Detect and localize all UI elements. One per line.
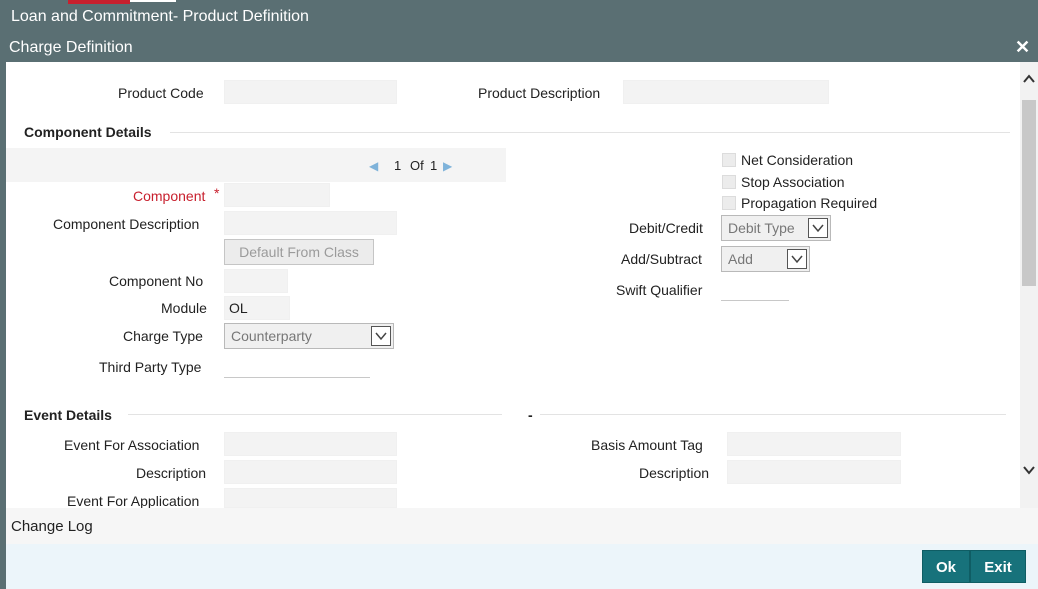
product-code-field[interactable]: [224, 80, 397, 104]
description-field[interactable]: [727, 460, 901, 484]
section-divider: [170, 132, 1010, 133]
pager-current: 1: [394, 158, 402, 173]
description-label: Description: [136, 465, 207, 481]
propagation-required-label: Propagation Required: [741, 195, 878, 211]
required-marker: *: [214, 185, 220, 201]
triangle-left-icon[interactable]: ◀: [369, 159, 378, 173]
chevron-down-icon[interactable]: [808, 218, 828, 238]
event-for-association-label: Event For Association: [64, 437, 200, 453]
component-description-field[interactable]: [224, 211, 397, 235]
add-subtract-value: Add: [728, 251, 753, 267]
chevron-down-icon[interactable]: [787, 249, 807, 269]
event-details-right-heading: -: [528, 407, 533, 423]
triangle-right-icon[interactable]: ▶: [443, 159, 452, 173]
component-no-label: Component No: [109, 273, 204, 289]
scrollbar-thumb[interactable]: [1022, 100, 1036, 286]
active-tab-indicator: [68, 0, 130, 4]
section-divider: [128, 414, 502, 415]
dialog-title: Charge Definition: [0, 34, 1038, 62]
dialog-footer: [6, 544, 1038, 589]
debit-credit-label: Debit/Credit: [629, 220, 703, 236]
description-field[interactable]: [224, 460, 397, 484]
net-consideration-label: Net Consideration: [741, 152, 854, 168]
charge-type-label: Charge Type: [123, 328, 203, 344]
component-field[interactable]: [224, 183, 330, 207]
ok-button[interactable]: Ok: [922, 550, 970, 583]
component-description-label: Component Description: [53, 216, 200, 232]
third-party-type-label: Third Party Type: [99, 359, 202, 375]
chevron-down-icon[interactable]: [1020, 463, 1038, 485]
stop-association-label: Stop Association: [741, 174, 845, 190]
change-log-link[interactable]: Change Log: [6, 508, 1038, 544]
stop-association-checkbox[interactable]: [722, 175, 736, 189]
chevron-down-icon[interactable]: [371, 326, 391, 346]
event-for-association-field[interactable]: [224, 432, 397, 456]
swift-qualifier-label: Swift Qualifier: [616, 282, 703, 298]
event-details-heading: Event Details: [24, 407, 112, 423]
charge-type-select[interactable]: Counterparty: [224, 323, 394, 349]
propagation-required-checkbox[interactable]: [722, 196, 736, 210]
component-label: Component: [133, 188, 206, 204]
module-label: Module: [161, 300, 207, 316]
basis-amount-tag-label: Basis Amount Tag: [591, 437, 703, 453]
event-for-application-field[interactable]: [224, 488, 397, 508]
pager-of-label: Of: [410, 158, 424, 173]
section-divider: [540, 414, 1006, 415]
close-icon[interactable]: ✕: [1015, 37, 1030, 58]
chevron-up-icon[interactable]: [1020, 72, 1038, 94]
pager-total: 1: [430, 158, 438, 173]
third-party-type-field[interactable]: [224, 356, 370, 378]
exit-button[interactable]: Exit: [970, 550, 1026, 583]
event-for-application-label: Event For Application: [67, 493, 200, 508]
charge-type-value: Counterparty: [231, 328, 312, 344]
debit-credit-select[interactable]: Debit Type: [721, 215, 831, 241]
add-subtract-select[interactable]: Add: [721, 246, 810, 272]
add-subtract-label: Add/Subtract: [621, 251, 702, 267]
product-code-label: Product Code: [118, 85, 204, 101]
window-title: Loan and Commitment- Product Definition: [0, 0, 1038, 34]
net-consideration-checkbox[interactable]: [722, 153, 736, 167]
debit-credit-value: Debit Type: [728, 220, 795, 236]
component-no-field[interactable]: [224, 269, 288, 293]
description-label: Description: [639, 465, 710, 481]
product-description-label: Product Description: [478, 85, 601, 101]
default-from-class-button[interactable]: Default From Class: [224, 239, 374, 265]
tab-indicator: [130, 0, 176, 2]
component-details-heading: Component Details: [24, 124, 152, 140]
basis-amount-tag-field[interactable]: [727, 432, 901, 456]
product-description-field[interactable]: [623, 80, 829, 104]
swift-qualifier-field[interactable]: [721, 279, 789, 301]
module-field[interactable]: OL: [224, 296, 290, 320]
